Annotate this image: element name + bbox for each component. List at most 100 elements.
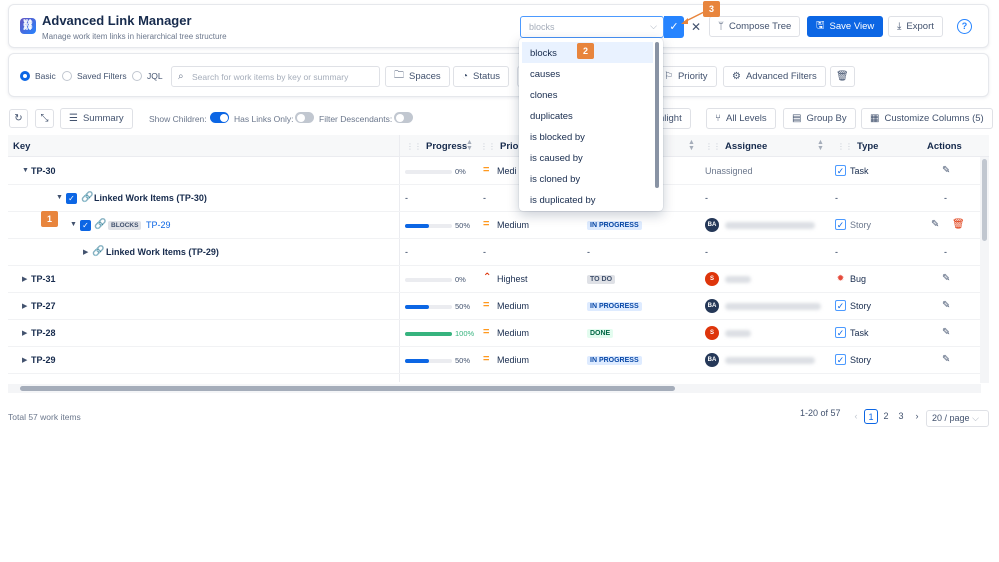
customize-columns-button[interactable]: ▦ Customize Columns (5) bbox=[861, 108, 993, 129]
avatar: S bbox=[705, 272, 719, 286]
drag-handle-icon[interactable]: ⋮⋮ bbox=[480, 142, 496, 151]
column-header-assignee[interactable]: ⋮⋮ Assignee bbox=[705, 141, 767, 152]
vertical-scrollbar[interactable] bbox=[980, 157, 989, 383]
link-type-option[interactable]: causes bbox=[522, 63, 653, 84]
show-children-toggle[interactable] bbox=[210, 112, 229, 123]
table-row[interactable]: ▶ 🔗 Linked Work Items (TP-29) - - - - - … bbox=[8, 239, 981, 266]
mode-saved-filters-radio[interactable]: Saved Filters bbox=[62, 71, 127, 81]
scrollbar-thumb[interactable] bbox=[982, 159, 987, 241]
mode-jql-label: JQL bbox=[147, 71, 163, 81]
table-row[interactable]: ▼ ✓ 🔗 BLOCKS TP-29 50% = Medium IN PROGR… bbox=[8, 212, 981, 239]
edit-icon[interactable]: ✎ bbox=[942, 273, 950, 284]
table-row[interactable]: ▶ TP-27 50% = Medium IN PROGRESS BA ✓ St… bbox=[8, 293, 981, 320]
group-by-button[interactable]: ▤ Group By bbox=[783, 108, 856, 129]
sort-icon[interactable]: ▲ ▼ bbox=[817, 139, 824, 152]
link-manager-logo-icon: ⛓ bbox=[20, 18, 36, 34]
horizontal-scrollbar[interactable] bbox=[8, 384, 981, 393]
drag-handle-icon[interactable]: ⋮⋮ bbox=[705, 142, 721, 151]
link-type-option[interactable]: clones bbox=[522, 84, 653, 105]
link-type-select[interactable]: blocks ⌵ bbox=[520, 16, 664, 38]
edit-icon[interactable]: ✎ bbox=[942, 354, 950, 365]
redacted-assignee bbox=[725, 276, 751, 283]
work-item-key[interactable]: TP-29 bbox=[31, 355, 56, 365]
status-filter-button[interactable]: ◔ Status bbox=[453, 66, 509, 87]
select-checkbox[interactable]: ✓ bbox=[66, 193, 77, 204]
page-1-button[interactable]: 1 bbox=[864, 409, 878, 424]
column-header-progress[interactable]: ⋮⋮ Progress bbox=[406, 141, 467, 152]
advanced-filters-button[interactable]: ⚙ Advanced Filters bbox=[723, 66, 826, 87]
edit-icon[interactable]: ✎ bbox=[931, 219, 939, 230]
story-type-icon: ✓ bbox=[835, 300, 846, 311]
app-title: Advanced Link Manager bbox=[42, 13, 192, 28]
export-button[interactable]: ⤓ Export bbox=[888, 16, 943, 37]
work-item-key[interactable]: TP-28 bbox=[31, 328, 56, 338]
help-button[interactable]: ? bbox=[957, 19, 972, 34]
column-header-type[interactable]: ⋮⋮ Type bbox=[837, 141, 878, 152]
search-icon: ⌕ bbox=[178, 71, 184, 82]
link-type-option[interactable]: is cloned by bbox=[522, 168, 653, 189]
compose-tree-label: Compose Tree bbox=[729, 21, 792, 32]
avatar: BA bbox=[705, 299, 719, 313]
filter-descendants-toggle[interactable] bbox=[394, 112, 413, 123]
link-icon: 🔗 bbox=[94, 219, 107, 230]
edit-icon[interactable]: ✎ bbox=[942, 327, 950, 338]
expand-caret-icon[interactable]: ▶ bbox=[22, 329, 27, 337]
table-row[interactable]: ▼ TP-30 0% = Medi Unassigned ✓ Task ✎ bbox=[8, 158, 981, 185]
sort-icon[interactable]: ▲ ▼ bbox=[688, 139, 695, 152]
page-size-select[interactable]: 20 / page ⌵ bbox=[926, 410, 989, 427]
action-empty: - bbox=[944, 193, 947, 203]
link-type-option[interactable]: is caused by bbox=[522, 147, 653, 168]
mode-jql-radio[interactable]: JQL bbox=[132, 71, 163, 81]
search-input[interactable]: ⌕ Search for work items by key or summar… bbox=[171, 66, 380, 87]
link-type-option[interactable]: is blocked by bbox=[522, 126, 653, 147]
link-type-option[interactable]: duplicates bbox=[522, 105, 653, 126]
status-filter-label: Status bbox=[473, 71, 500, 82]
edit-icon[interactable]: ✎ bbox=[942, 165, 950, 176]
next-page-icon[interactable]: › bbox=[910, 409, 924, 424]
collapse-button[interactable]: ⤡ bbox=[35, 109, 54, 128]
issue-type: Story bbox=[850, 220, 872, 230]
link-type-dropdown: blocks causes clones duplicates is block… bbox=[519, 38, 663, 211]
trash-icon[interactable]: 🗑 bbox=[952, 219, 965, 230]
page-3-button[interactable]: 3 bbox=[894, 409, 908, 424]
edit-icon[interactable]: ✎ bbox=[942, 300, 950, 311]
refresh-button[interactable]: ↻ bbox=[9, 109, 28, 128]
spaces-filter-button[interactable]: 🗀 Spaces bbox=[385, 66, 450, 87]
work-item-key[interactable]: TP-29 bbox=[146, 220, 171, 230]
refresh-icon: ↻ bbox=[14, 113, 23, 124]
save-view-button[interactable]: 🖫 Save View bbox=[807, 16, 884, 37]
expand-caret-icon[interactable]: ▼ bbox=[70, 221, 77, 228]
table-row[interactable]: ▶ TP-29 50% = Medium IN PROGRESS BA ✓ St… bbox=[8, 347, 981, 374]
expand-caret-icon[interactable]: ▶ bbox=[22, 275, 27, 283]
expand-caret-icon[interactable]: ▶ bbox=[22, 356, 27, 364]
table-row[interactable]: ▼ ✓ 🔗 Linked Work Items (TP-30) - - - - … bbox=[8, 185, 981, 212]
link-type-option[interactable]: is duplicated by bbox=[522, 189, 653, 210]
summary-button[interactable]: ☰ Summary bbox=[60, 108, 133, 129]
column-header-key[interactable]: Key bbox=[13, 141, 30, 152]
expand-caret-icon[interactable]: ▶ bbox=[22, 302, 27, 310]
expand-caret-icon[interactable]: ▶ bbox=[83, 248, 88, 256]
table-row[interactable]: ▶ TP-31 0% ⌃ Highest TO DO S ✹ Bug ✎ bbox=[8, 266, 981, 293]
has-links-only-toggle[interactable] bbox=[295, 112, 314, 123]
priority-filter-button[interactable]: ⚐ Priority bbox=[655, 66, 717, 87]
work-item-key[interactable]: TP-27 bbox=[31, 301, 56, 311]
all-levels-label: All Levels bbox=[726, 113, 767, 124]
work-item-key[interactable]: TP-30 bbox=[31, 166, 56, 176]
redacted-assignee bbox=[725, 303, 821, 310]
mode-basic-radio[interactable]: Basic bbox=[20, 71, 56, 81]
work-item-key[interactable]: TP-31 bbox=[31, 274, 56, 284]
select-checkbox[interactable]: ✓ bbox=[80, 220, 91, 231]
expand-caret-icon[interactable]: ▼ bbox=[22, 167, 29, 174]
expand-caret-icon[interactable]: ▼ bbox=[56, 194, 63, 201]
drag-handle-icon[interactable]: ⋮⋮ bbox=[406, 142, 422, 151]
compose-tree-button[interactable]: ᛘ Compose Tree bbox=[709, 16, 801, 37]
scrollbar-thumb[interactable] bbox=[20, 386, 675, 391]
drag-handle-icon[interactable]: ⋮⋮ bbox=[837, 142, 853, 151]
page-2-button[interactable]: 2 bbox=[879, 409, 893, 424]
sort-icon[interactable]: ▲ ▼ bbox=[466, 139, 473, 152]
table-row[interactable]: ▶ TP-28 100% = Medium DONE S ✓ Task ✎ bbox=[8, 320, 981, 347]
all-levels-button[interactable]: ⑂ All Levels bbox=[706, 108, 776, 129]
clear-filters-button[interactable]: 🗑 bbox=[830, 66, 855, 87]
prev-page-icon[interactable]: ‹ bbox=[849, 409, 863, 424]
dropdown-scrollbar[interactable] bbox=[655, 42, 659, 188]
